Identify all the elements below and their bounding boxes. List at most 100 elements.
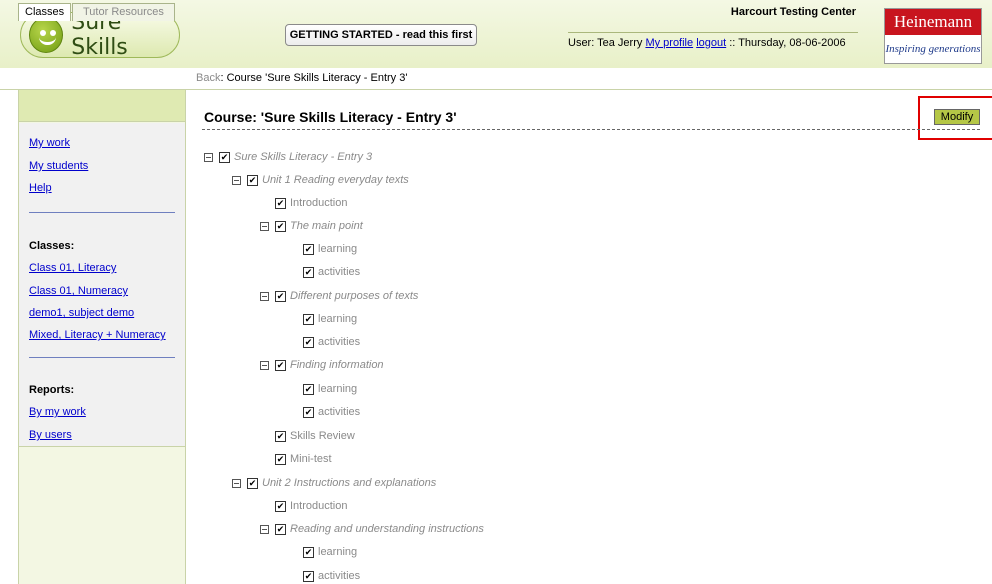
sidebar-header (19, 90, 185, 122)
sidebar-report-item[interactable]: By my work (29, 406, 86, 418)
tree-node-checkbox[interactable]: ✔ (303, 383, 314, 395)
sidebar-report-item[interactable]: By users (29, 429, 72, 441)
tree-node: ✔ Introduction (275, 499, 347, 513)
tree-node-checkbox[interactable]: ✔ (303, 546, 314, 558)
breadcrumb: Back: Course 'Sure Skills Literacy - Ent… (196, 72, 407, 84)
getting-started-button[interactable]: GETTING STARTED - read this first (285, 24, 477, 46)
classes-heading: Classes: (29, 240, 75, 252)
sidebar-divider (29, 212, 175, 213)
tree-node: ✔ Unit 2 Instructions and explanations (232, 476, 436, 490)
tree-node-label: Finding information (290, 359, 384, 371)
tree-node-label: Mini-test (290, 453, 332, 465)
collapse-toggle-icon[interactable] (260, 524, 269, 534)
tree-node: ✔ Unit 1 Reading everyday texts (232, 173, 409, 187)
heinemann-logo[interactable]: Heinemann Inspiring generations (884, 8, 982, 64)
logout-link[interactable]: logout (696, 37, 726, 49)
sidebar-class-item[interactable]: Class 01, Literacy (29, 262, 116, 274)
tree-node-label: activities (318, 406, 361, 418)
tree-node: ✔ Finding information (260, 358, 384, 372)
reports-heading: Reports: (29, 384, 75, 396)
tree-node: ✔ Skills Review (275, 429, 355, 443)
sidebar-class-item[interactable]: demo1, subject demo (29, 307, 134, 319)
date-text: :: Thursday, 08-06-2006 (729, 37, 846, 49)
tree-node-checkbox[interactable]: ✔ (219, 151, 230, 163)
tree-node: ✔ learning (303, 312, 357, 326)
tab-classes[interactable]: Classes (18, 3, 72, 21)
tree-node-label: Reading and understanding instructions (290, 523, 484, 535)
collapse-toggle-icon[interactable] (260, 291, 269, 301)
tree-node-label: Skills Review (290, 430, 355, 442)
sidebar-menu: My work My students Help Classes: Class … (19, 123, 185, 447)
tree-node-checkbox[interactable]: ✔ (303, 406, 314, 418)
breadcrumb-path: : Course 'Sure Skills Literacy - Entry 3… (220, 72, 408, 84)
tree-node: ✔ Different purposes of texts (260, 289, 418, 303)
tree-node-checkbox[interactable]: ✔ (247, 477, 258, 489)
smiley-icon (29, 17, 64, 53)
collapse-toggle-icon[interactable] (260, 360, 269, 370)
tree-node-checkbox[interactable]: ✔ (275, 453, 286, 465)
collapse-toggle-icon[interactable] (232, 175, 241, 185)
tree-node-checkbox[interactable]: ✔ (303, 336, 314, 348)
tree-node: ✔ activities (303, 405, 360, 419)
sidebar-link-help[interactable]: Help (29, 182, 52, 194)
tree-node-label: Sure Skills Literacy - Entry 3 (234, 151, 373, 163)
back-link[interactable]: Back (196, 72, 220, 84)
tree-node-label: activities (318, 266, 361, 278)
tree-node-checkbox[interactable]: ✔ (303, 266, 314, 278)
tree-node-checkbox[interactable]: ✔ (275, 290, 286, 302)
tabs-row (0, 69, 992, 90)
tree-node: ✔ learning (303, 545, 357, 559)
tree-node: ✔ activities (303, 265, 360, 279)
collapse-toggle-icon[interactable] (260, 221, 269, 231)
tree-node-label: activities (318, 570, 361, 582)
center-name: Harcourt Testing Center (730, 6, 856, 18)
tree-node-label: Introduction (290, 197, 348, 209)
tree-node: ✔ The main point (260, 219, 363, 233)
brand-name: Heinemann (885, 9, 981, 35)
collapse-toggle-icon[interactable] (232, 478, 241, 488)
sidebar-link-my-students[interactable]: My students (29, 160, 88, 172)
tree-node-checkbox[interactable]: ✔ (303, 570, 314, 582)
tree-node-checkbox[interactable]: ✔ (275, 359, 286, 371)
sidebar-divider (29, 357, 175, 358)
my-profile-link[interactable]: My profile (645, 37, 693, 49)
sidebar-class-item[interactable]: Mixed, Literacy + Numeracy (29, 329, 166, 341)
tree-node-checkbox[interactable]: ✔ (247, 174, 258, 186)
tree-node-label: Different purposes of texts (290, 290, 419, 302)
tree-node-label: learning (318, 313, 358, 325)
tree-node-label: activities (318, 336, 361, 348)
tree-node: ✔ Reading and understanding instructions (260, 522, 484, 536)
tree-node-label: learning (318, 546, 358, 558)
tree-node-checkbox[interactable]: ✔ (275, 197, 286, 209)
tree-node-checkbox[interactable]: ✔ (275, 220, 286, 232)
tree-node: ✔ learning (303, 382, 357, 396)
collapse-toggle-icon[interactable] (204, 152, 213, 162)
brand-tagline: Inspiring generations (885, 43, 981, 55)
tree-node-label: learning (318, 243, 358, 255)
sidebar: My work My students Help Classes: Class … (18, 90, 186, 584)
page-title: Course: 'Sure Skills Literacy - Entry 3' (204, 109, 457, 125)
tree-node-label: Unit 2 Instructions and explanations (262, 477, 437, 489)
tree-node: ✔ Mini-test (275, 452, 332, 466)
tree-node: ✔ activities (303, 335, 360, 349)
tree-node-checkbox[interactable]: ✔ (275, 500, 286, 512)
tree-node-checkbox[interactable]: ✔ (303, 313, 314, 325)
tree-node-checkbox[interactable]: ✔ (275, 430, 286, 442)
tab-tutor-resources[interactable]: Tutor Resources (72, 3, 175, 21)
tree-node-label: Introduction (290, 500, 348, 512)
tree-node-checkbox[interactable]: ✔ (275, 523, 286, 535)
tree-node: ✔ Sure Skills Literacy - Entry 3 (204, 150, 372, 164)
tree-node-checkbox[interactable]: ✔ (303, 243, 314, 255)
highlight-box (918, 96, 992, 140)
sidebar-class-item[interactable]: Class 01, Numeracy (29, 285, 128, 297)
tree-node: ✔ activities (303, 569, 360, 583)
user-info-line: User: Tea Jerry My profile logout :: Thu… (568, 32, 858, 49)
title-divider (202, 129, 980, 130)
sidebar-link-my-work[interactable]: My work (29, 137, 70, 149)
tree-node-label: Unit 1 Reading everyday texts (262, 174, 409, 186)
tree-node: ✔ learning (303, 242, 357, 256)
tree-node: ✔ Introduction (275, 196, 347, 210)
tree-node-label: The main point (290, 220, 363, 232)
tree-node-label: learning (318, 383, 358, 395)
user-name: User: Tea Jerry (568, 37, 643, 49)
